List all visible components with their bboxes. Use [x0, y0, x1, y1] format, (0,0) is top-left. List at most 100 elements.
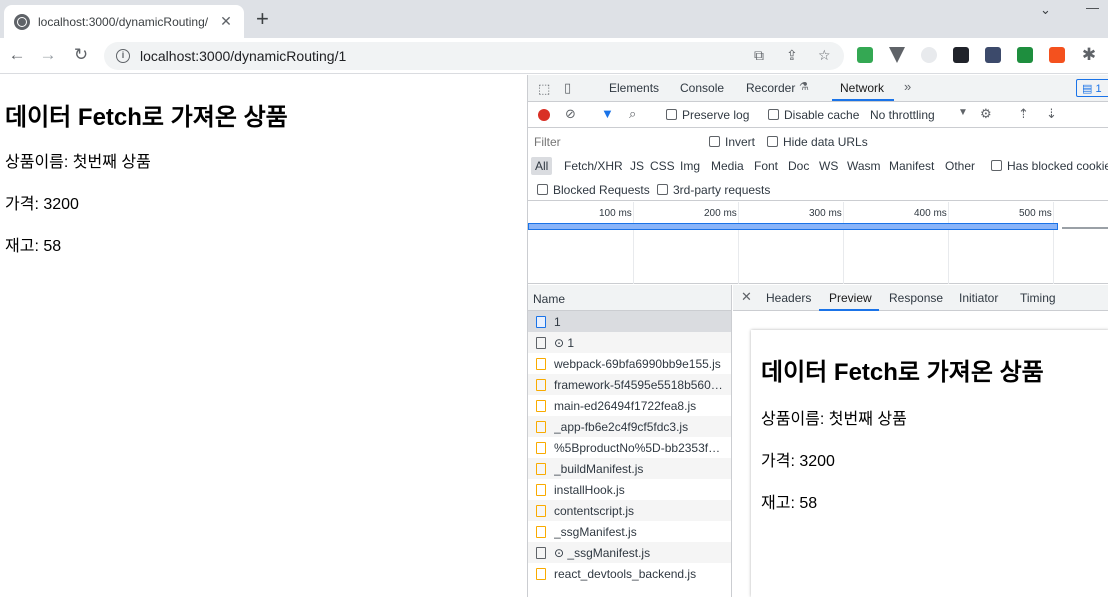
request-name: %5BproductNo%5D-bb2353fb… [554, 440, 726, 455]
hide-data-urls-checkbox[interactable]: Hide data URLs [767, 135, 868, 149]
network-timeline[interactable]: 100 ms 200 ms 300 ms 400 ms 500 ms [528, 202, 1108, 284]
star-icon[interactable]: ☆ [818, 47, 831, 64]
third-party-label: 3rd-party requests [673, 183, 771, 197]
open-external-icon[interactable]: ⧉ [754, 47, 764, 64]
request-row[interactable]: _app-fb6e2c4f9cf5fdc3.js [528, 416, 731, 437]
type-filter-doc[interactable]: Doc [784, 157, 813, 175]
invert-checkbox[interactable]: Invert [709, 135, 755, 149]
filter-icon[interactable]: ▼ [601, 106, 614, 121]
tab-network[interactable]: Network [840, 81, 884, 95]
request-row[interactable]: installHook.js [528, 479, 731, 500]
more-tabs-icon[interactable]: » [904, 79, 911, 94]
close-tab-icon[interactable]: ✕ [218, 13, 234, 30]
third-party-checkbox[interactable]: 3rd-party requests [657, 183, 770, 197]
search-icon[interactable]: ⌕ [629, 106, 636, 122]
tab-elements[interactable]: Elements [609, 81, 659, 95]
network-toolbar: ⊘ ▼ ⌕ Preserve log Disable cache No thro… [528, 102, 1108, 128]
export-har-icon[interactable]: ⇣ [1046, 106, 1057, 122]
disable-cache-checkbox[interactable]: Disable cache [768, 108, 859, 122]
tab-recorder[interactable]: Recorder [746, 81, 795, 95]
type-filter-img[interactable]: Img [676, 157, 704, 175]
detail-tab-preview[interactable]: Preview [829, 291, 872, 305]
extension-icon-5[interactable] [985, 47, 1001, 63]
file-type-icon [536, 546, 546, 559]
blocked-cookies-checkbox[interactable]: Has blocked cookies [991, 159, 1108, 173]
info-icon[interactable]: i [116, 49, 130, 63]
network-conditions-icon[interactable]: ⚙ [980, 106, 992, 122]
request-row[interactable]: contentscript.js [528, 500, 731, 521]
clear-icon[interactable]: ⊘ [565, 106, 576, 122]
file-type-icon [536, 525, 546, 538]
request-name: _buildManifest.js [554, 461, 644, 476]
grid-line [738, 202, 739, 284]
extension-icon-3[interactable] [921, 47, 937, 63]
preview-product-stock: 재고: 58 [761, 495, 818, 512]
message-icon: ▤ [1082, 83, 1093, 95]
type-filter-js[interactable]: JS [626, 157, 648, 175]
detail-tab-initiator[interactable]: Initiator [959, 291, 998, 305]
invert-label: Invert [725, 135, 756, 149]
globe-icon [14, 13, 30, 30]
request-row[interactable]: _buildManifest.js [528, 458, 731, 479]
type-filter-media[interactable]: Media [707, 157, 748, 175]
issues-badge[interactable]: ▤ 1 [1076, 79, 1108, 97]
request-row[interactable]: framework-5f4595e5518b5600… [528, 374, 731, 395]
filter-bar: Invert Hide data URLs All Fetch/XHR JS C… [528, 129, 1108, 201]
request-row[interactable]: ⊙ 1 [528, 332, 731, 353]
preserve-log-label: Preserve log [682, 108, 750, 122]
share-icon[interactable]: ⇪ [786, 47, 798, 64]
detail-tab-response[interactable]: Response [889, 291, 943, 305]
file-type-icon [536, 357, 546, 370]
preserve-log-checkbox[interactable]: Preserve log [666, 108, 749, 122]
timeline-overview-bar [528, 223, 1058, 230]
dropdown-arrow-icon[interactable]: ▼ [958, 107, 968, 118]
request-row[interactable]: 1 [528, 311, 731, 332]
extension-icon-7[interactable] [1049, 47, 1065, 63]
vue-devtools-icon[interactable] [889, 47, 905, 63]
type-filter-all[interactable]: All [531, 157, 553, 175]
filter-input[interactable] [532, 132, 696, 152]
react-devtools-icon[interactable] [953, 47, 969, 63]
request-row[interactable]: _ssgManifest.js [528, 521, 731, 542]
back-button[interactable]: ← [6, 44, 28, 66]
type-filter-font[interactable]: Font [750, 157, 782, 175]
request-row[interactable]: ⊙ _ssgManifest.js [528, 542, 731, 563]
device-toolbar-icon[interactable]: ▯ [564, 80, 571, 96]
extension-icon-6[interactable] [1017, 47, 1033, 63]
minimize-icon[interactable]: — [1086, 0, 1099, 15]
request-row[interactable]: webpack-69bfa6990bb9e155.js [528, 353, 731, 374]
chevron-down-icon[interactable]: ⌄ [1040, 2, 1051, 18]
type-filter-ws[interactable]: WS [815, 157, 842, 175]
request-name: react_devtools_backend.js [554, 566, 697, 581]
detail-tab-headers[interactable]: Headers [766, 291, 811, 305]
hide-data-urls-label: Hide data URLs [783, 135, 868, 149]
type-filter-wasm[interactable]: Wasm [843, 157, 885, 175]
request-row[interactable]: react_devtools_backend.js [528, 563, 731, 584]
detail-tab-timing[interactable]: Timing [1020, 291, 1056, 305]
new-tab-button[interactable]: + [256, 8, 269, 30]
inspect-icon[interactable]: ⬚ [538, 81, 550, 97]
request-row[interactable]: %5BproductNo%5D-bb2353fb… [528, 437, 731, 458]
preview-area: 데이터 Fetch로 가져온 상품 상품이름: 첫번째 상품 가격: 3200 … [733, 311, 1108, 597]
tab-console[interactable]: Console [680, 81, 724, 95]
type-filter-manifest[interactable]: Manifest [885, 157, 938, 175]
name-column-header[interactable]: Name [528, 285, 731, 311]
record-button[interactable] [538, 109, 550, 121]
puzzle-icon[interactable]: ✱ [1078, 44, 1100, 66]
file-type-icon [536, 504, 546, 517]
extension-icon-1[interactable] [857, 47, 873, 63]
reload-button[interactable]: ↻ [70, 44, 92, 66]
type-filter-other[interactable]: Other [941, 157, 979, 175]
grid-line [843, 202, 844, 284]
close-detail-icon[interactable]: ✕ [741, 289, 752, 305]
file-type-icon [536, 399, 546, 412]
browser-tab[interactable]: localhost:3000/dynamicRouting/ ✕ [4, 5, 244, 38]
request-row[interactable]: main-ed26494f1722fea8.js [528, 395, 731, 416]
blocked-requests-checkbox[interactable]: Blocked Requests [537, 183, 650, 197]
throttling-select[interactable]: No throttling [870, 108, 935, 122]
type-filter-fetch[interactable]: Fetch/XHR [560, 157, 627, 175]
type-filter-css[interactable]: CSS [646, 157, 679, 175]
address-bar[interactable]: i localhost:3000/dynamicRouting/1 ⧉ ⇪ ☆ [104, 42, 844, 70]
import-har-icon[interactable]: ⇡ [1018, 106, 1029, 122]
forward-button[interactable]: → [37, 44, 59, 66]
